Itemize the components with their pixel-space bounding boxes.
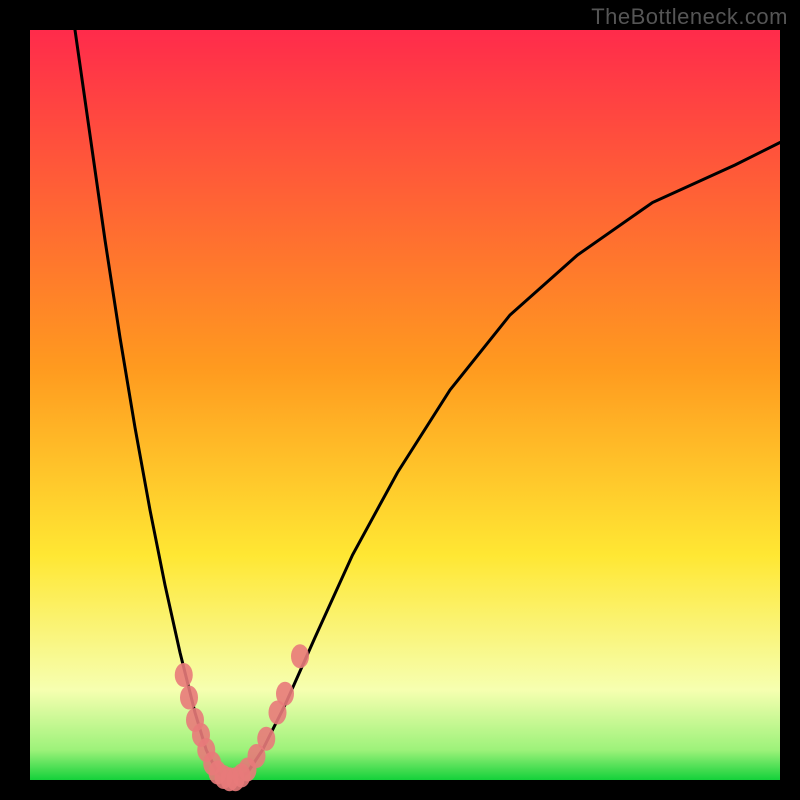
sample-dot [175,663,193,687]
sample-dot [276,682,294,706]
sample-dot [257,727,275,751]
watermark-text: TheBottleneck.com [591,4,788,30]
sample-dot [291,644,309,668]
plot-area-gradient [30,30,780,780]
sample-dot [180,686,198,710]
bottleneck-chart [0,0,800,800]
